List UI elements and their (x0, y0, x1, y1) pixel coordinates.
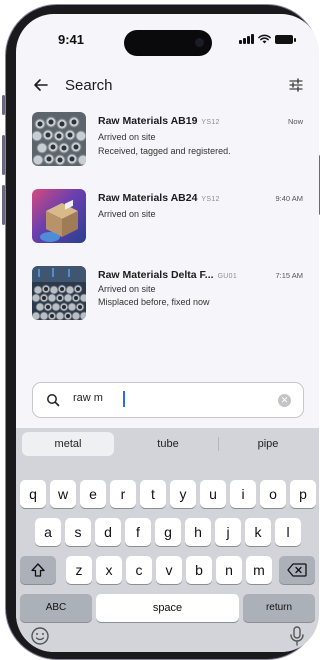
key-t[interactable]: t (140, 480, 166, 508)
microphone-icon[interactable] (289, 626, 305, 646)
result-title: Raw Materials AB19 YS12 (98, 115, 220, 127)
result-thumbnail-box (32, 189, 86, 243)
dynamic-island (124, 30, 212, 56)
status-bar: 9:41 (16, 14, 319, 62)
result-status: Arrived on site (98, 132, 156, 142)
cellular-signal-icon (239, 34, 254, 44)
search-box[interactable]: ✕ (32, 382, 304, 418)
result-title: Raw Materials AB24 YS12 (98, 192, 220, 204)
key-r[interactable]: r (110, 480, 136, 508)
key-return[interactable]: return (243, 594, 315, 622)
key-i[interactable]: i (230, 480, 256, 508)
key-o[interactable]: o (260, 480, 286, 508)
search-input[interactable] (73, 392, 253, 404)
mute-switch (2, 95, 5, 115)
emoji-icon[interactable] (30, 626, 50, 646)
key-space[interactable]: space (96, 594, 239, 622)
key-l[interactable]: l (275, 518, 301, 546)
backspace-icon (287, 563, 307, 577)
keyboard-bottom-bar (16, 624, 319, 648)
keyboard: metal tube pipe ABC space return q w e r… (16, 428, 319, 652)
suggestion-3[interactable]: pipe (220, 432, 316, 456)
result-title: Raw Materials Delta F... GU01 (98, 269, 238, 281)
backspace-key[interactable] (279, 556, 315, 584)
result-time: 7:15 AM (275, 271, 303, 280)
key-p[interactable]: p (290, 480, 316, 508)
screen: 9:41 Search Raw Materials AB19 YS12 Now … (16, 14, 319, 652)
header: Search (16, 66, 319, 106)
key-b[interactable]: b (186, 556, 212, 584)
suggestion-bar: metal tube pipe (16, 432, 319, 456)
key-h[interactable]: h (185, 518, 211, 546)
result-item[interactable]: Raw Materials Delta F... GU01 7:15 AM Arr… (16, 266, 319, 326)
key-d[interactable]: d (95, 518, 121, 546)
key-n[interactable]: n (216, 556, 242, 584)
result-thumbnail-pipes (32, 112, 86, 166)
volume-down-button (2, 185, 5, 225)
result-code: YS12 (201, 196, 220, 203)
key-z[interactable]: z (66, 556, 92, 584)
result-thumbnail-warehouse (32, 266, 86, 320)
key-g[interactable]: g (155, 518, 181, 546)
key-y[interactable]: y (170, 480, 196, 508)
key-a[interactable]: a (35, 518, 61, 546)
key-w[interactable]: w (50, 480, 76, 508)
page-title: Search (65, 77, 113, 94)
key-c[interactable]: c (126, 556, 152, 584)
result-status: Arrived on site (98, 284, 156, 294)
back-arrow-icon[interactable] (32, 76, 50, 94)
status-time: 9:41 (58, 32, 85, 47)
result-code: YS12 (201, 119, 220, 126)
key-v[interactable]: v (156, 556, 182, 584)
key-abc[interactable]: ABC (20, 594, 92, 622)
volume-up-button (2, 135, 5, 175)
text-cursor (123, 391, 125, 407)
result-item[interactable]: Raw Materials AB19 YS12 Now Arrived on si… (16, 112, 319, 172)
result-code: GU01 (217, 273, 238, 280)
result-note: Received, tagged and registered. (98, 146, 231, 156)
suggestion-2[interactable]: tube (120, 432, 216, 456)
key-x[interactable]: x (96, 556, 122, 584)
key-q[interactable]: q (20, 480, 46, 508)
key-f[interactable]: f (125, 518, 151, 546)
key-m[interactable]: m (246, 556, 272, 584)
wifi-icon (258, 34, 271, 44)
suggestion-1[interactable]: metal (22, 432, 114, 456)
key-s[interactable]: s (65, 518, 91, 546)
result-time: Now (287, 117, 303, 126)
key-u[interactable]: u (200, 480, 226, 508)
filter-icon[interactable] (287, 76, 305, 94)
result-item[interactable]: Raw Materials AB24 YS12 9:40 AM Arrived o… (16, 189, 319, 249)
result-status: Arrived on site (98, 209, 156, 219)
key-k[interactable]: k (245, 518, 271, 546)
status-icons (239, 34, 296, 44)
search-icon (47, 394, 60, 407)
shift-icon (31, 563, 45, 577)
battery-icon (275, 34, 296, 44)
result-time: 9:40 AM (275, 194, 303, 203)
shift-key[interactable] (20, 556, 56, 584)
key-e[interactable]: e (80, 480, 106, 508)
clear-search-icon[interactable]: ✕ (278, 394, 291, 407)
result-note: Misplaced before, fixed now (98, 297, 210, 307)
key-j[interactable]: j (215, 518, 241, 546)
